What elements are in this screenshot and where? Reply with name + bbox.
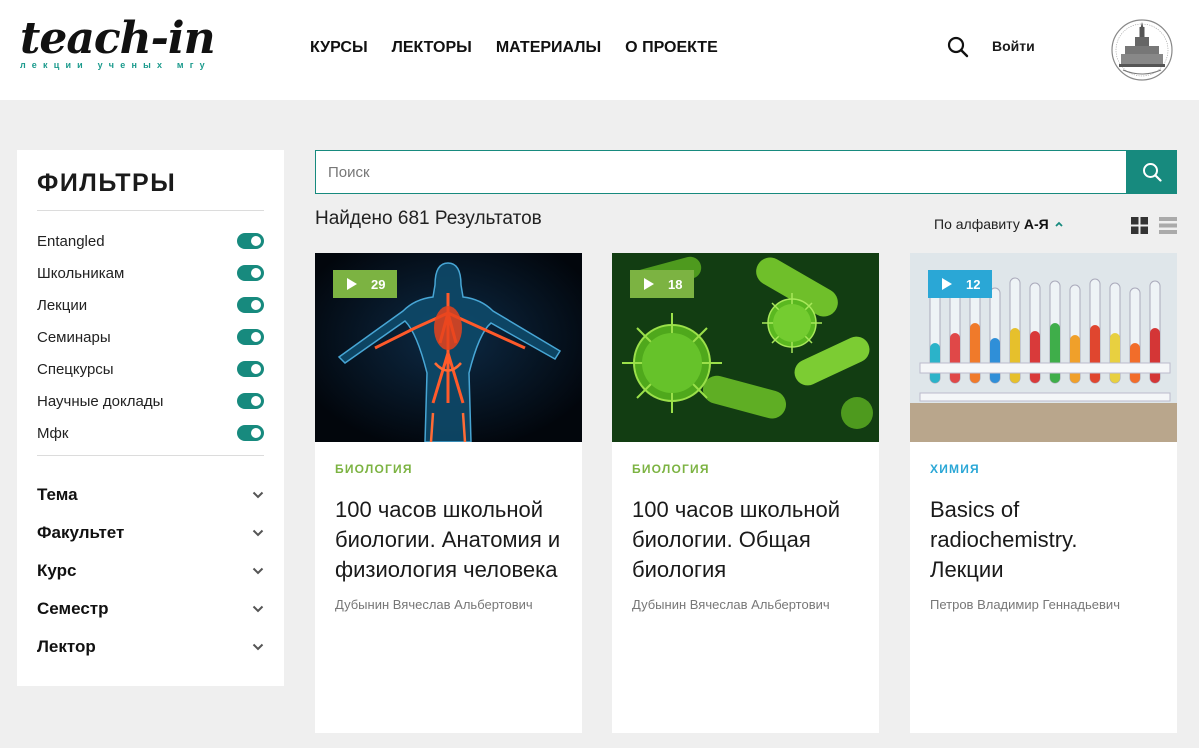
filter-toggle-label: Семинары (37, 328, 111, 346)
chevron-down-icon (252, 605, 264, 613)
list-view-icon[interactable] (1159, 217, 1177, 234)
site-logo[interactable]: teach-in лекции ученых мгу (20, 16, 220, 78)
course-title[interactable]: 100 часов школьной биологии. Анатомия и … (335, 495, 562, 585)
main-nav: КУРСЫ ЛЕКТОРЫ МАТЕРИАЛЫ О ПРОЕКТЕ (310, 39, 718, 57)
login-link[interactable]: Войти (992, 38, 1035, 54)
course-card[interactable]: 18 БИОЛОГИЯ 100 часов школьной биологии.… (612, 253, 879, 733)
filter-toggle-special-courses[interactable]: Спецкурсы (37, 353, 264, 385)
filters-divider (37, 210, 264, 211)
toggle-switch[interactable] (237, 425, 264, 441)
sort-value: А-Я (1023, 216, 1049, 232)
course-author[interactable]: Дубынин Вячеслав Альбертович (632, 597, 859, 612)
filter-toggle-label: Школьникам (37, 264, 125, 282)
chevron-down-icon (252, 529, 264, 537)
grid-view-icon[interactable] (1131, 217, 1148, 234)
results-count: Найдено 681 Результатов (315, 208, 542, 229)
filter-accordion-lecturer[interactable]: Лектор (37, 628, 264, 666)
play-icon (644, 278, 654, 290)
toggle-switch[interactable] (237, 233, 264, 249)
filter-toggle-seminars[interactable]: Семинары (37, 321, 264, 353)
msu-crest-logo[interactable] (1111, 18, 1173, 82)
accordion-label: Курс (37, 561, 77, 580)
filter-toggle-label: Научные доклады (37, 392, 164, 410)
course-card[interactable]: 29 БИОЛОГИЯ 100 часов школьной биологии.… (315, 253, 582, 733)
filter-toggle-label: Entangled (37, 232, 105, 250)
nav-about[interactable]: О ПРОЕКТЕ (625, 39, 718, 57)
filter-accordion-list: Тема Факультет Курс Семестр Лектор (37, 476, 264, 666)
course-title[interactable]: Basics of radiochemistry. Лекции (930, 495, 1157, 585)
sort-dropdown[interactable]: По алфавиту А-Я (934, 216, 1063, 232)
accordion-label: Тема (37, 485, 78, 504)
logo-text: teach-in (20, 13, 216, 64)
nav-lecturers[interactable]: ЛЕКТОРЫ (392, 39, 472, 57)
filter-toggle-list: Entangled Школьникам Лекции Семинары Спе… (37, 225, 264, 449)
toggle-switch[interactable] (237, 361, 264, 377)
filters-panel: ФИЛЬТРЫ Entangled Школьникам Лекции Семи… (17, 150, 284, 686)
toggle-switch[interactable] (237, 265, 264, 281)
course-thumbnail[interactable]: 12 (910, 253, 1177, 442)
filter-accordion-semester[interactable]: Семестр (37, 590, 264, 628)
nav-courses[interactable]: КУРСЫ (310, 39, 368, 57)
filter-accordion-faculty[interactable]: Факультет (37, 514, 264, 552)
course-title[interactable]: 100 часов школьной биологии. Общая биоло… (632, 495, 859, 585)
course-category: БИОЛОГИЯ (632, 462, 710, 476)
toggle-switch[interactable] (237, 297, 264, 313)
video-count-badge: 18 (630, 270, 695, 298)
search-icon (1142, 163, 1162, 182)
chevron-down-icon (252, 643, 264, 651)
site-header: teach-in лекции ученых мгу КУРСЫ ЛЕКТОРЫ… (0, 0, 1199, 100)
filter-toggle-schoolchildren[interactable]: Школьникам (37, 257, 264, 289)
accordion-label: Факультет (37, 523, 125, 542)
video-count: 18 (668, 276, 683, 292)
filter-toggle-label: Лекции (37, 296, 88, 314)
filter-toggle-scientific-reports[interactable]: Научные доклады (37, 385, 264, 417)
nav-materials[interactable]: МАТЕРИАЛЫ (496, 39, 601, 57)
course-category: БИОЛОГИЯ (335, 462, 413, 476)
filter-accordion-topic[interactable]: Тема (37, 476, 264, 514)
video-count-badge: 12 (928, 270, 993, 298)
search-input[interactable] (315, 150, 1127, 194)
play-icon (942, 278, 952, 290)
course-card[interactable]: 12 ХИМИЯ Basics of radiochemistry. Лекци… (910, 253, 1177, 733)
accordion-label: Семестр (37, 599, 109, 618)
course-author[interactable]: Дубынин Вячеслав Альбертович (335, 597, 562, 612)
course-author[interactable]: Петров Владимир Геннадьевич (930, 597, 1157, 612)
sort-prefix: По алфавиту (934, 216, 1020, 232)
filter-toggle-lectures[interactable]: Лекции (37, 289, 264, 321)
toggle-switch[interactable] (237, 393, 264, 409)
filters-divider (37, 455, 264, 456)
search-icon[interactable] (947, 36, 969, 58)
filter-toggle-label: Мфк (37, 424, 69, 442)
course-thumbnail[interactable]: 18 (612, 253, 879, 442)
video-count: 29 (371, 276, 386, 292)
accordion-label: Лектор (37, 637, 96, 656)
course-category: ХИМИЯ (930, 462, 980, 476)
chevron-down-icon (252, 491, 264, 499)
logo-subtitle: лекции ученых мгу (20, 60, 211, 70)
filter-accordion-course[interactable]: Курс (37, 552, 264, 590)
filter-toggle-mfk[interactable]: Мфк (37, 417, 264, 449)
play-icon (347, 278, 357, 290)
video-count: 12 (966, 276, 981, 292)
search-button[interactable] (1126, 150, 1177, 194)
filter-toggle-label: Спецкурсы (37, 360, 114, 378)
filter-toggle-entangled[interactable]: Entangled (37, 225, 264, 257)
course-thumbnail[interactable]: 29 (315, 253, 582, 442)
toggle-switch[interactable] (237, 329, 264, 345)
chevron-down-icon (252, 567, 264, 575)
filters-title: ФИЛЬТРЫ (37, 169, 177, 197)
chevron-up-icon (1055, 221, 1063, 227)
video-count-badge: 29 (333, 270, 398, 298)
